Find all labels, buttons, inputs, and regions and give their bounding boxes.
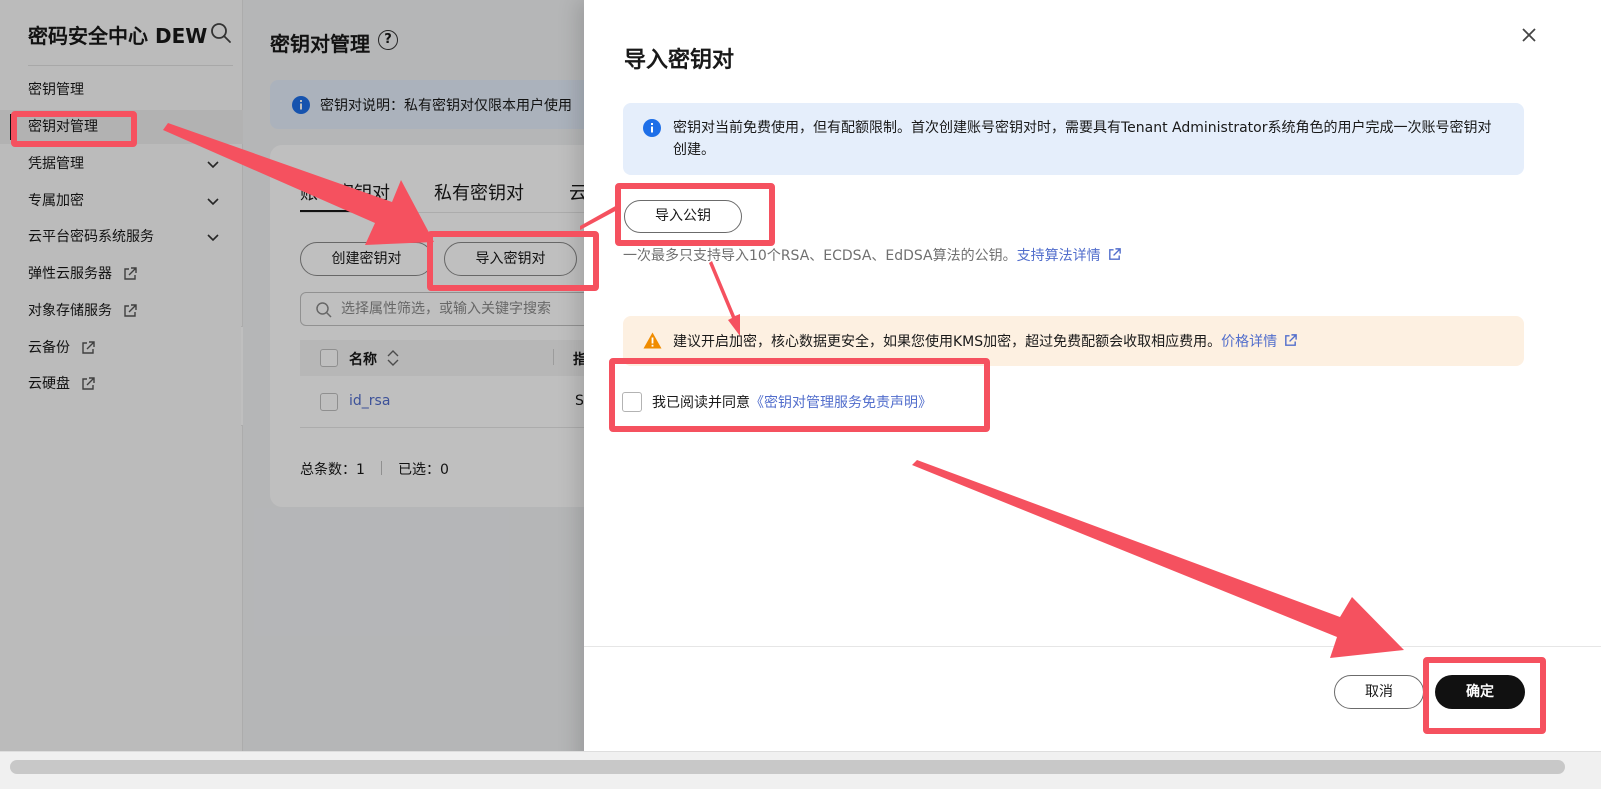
- confirm-button[interactable]: 确定: [1435, 675, 1525, 709]
- drawer-footer-divider: [584, 646, 1601, 647]
- cancel-button[interactable]: 取消: [1334, 675, 1424, 709]
- import-keypair-drawer: 导入密钥对 密钥对当前免费使用，但有配额限制。首次创建账号密钥对时，需要具有Te…: [584, 0, 1601, 789]
- info-icon: [643, 119, 661, 137]
- warning-icon: [643, 332, 662, 349]
- agree-prefix: 我已阅读并同意: [652, 395, 750, 411]
- import-hint: 一次最多只支持导入10个RSA、ECDSA、EdDSA算法的公钥。支持算法详情: [623, 245, 1122, 265]
- disclaimer-link[interactable]: 《密钥对管理服务免责声明》: [750, 395, 932, 411]
- close-icon[interactable]: [1518, 24, 1540, 46]
- quota-info-banner: 密钥对当前免费使用，但有配额限制。首次创建账号密钥对时，需要具有Tenant A…: [623, 103, 1524, 175]
- supported-algorithms-link[interactable]: 支持算法详情: [1017, 248, 1101, 264]
- agree-label: 我已阅读并同意《密钥对管理服务免责声明》: [652, 392, 932, 412]
- pricing-details-link[interactable]: 价格详情: [1221, 334, 1277, 350]
- encryption-warning-text: 建议开启加密，核心数据更安全，如果您使用KMS加密，超过免费配额会收取相应费用。: [673, 334, 1222, 350]
- external-link-icon[interactable]: [1283, 333, 1298, 348]
- encryption-warning-banner: 建议开启加密，核心数据更安全，如果您使用KMS加密，超过免费配额会收取相应费用。…: [623, 316, 1524, 366]
- drawer-title: 导入密钥对: [624, 48, 735, 73]
- agree-checkbox[interactable]: [622, 392, 642, 412]
- quota-info-text: 密钥对当前免费使用，但有配额限制。首次创建账号密钥对时，需要具有Tenant A…: [673, 120, 1492, 158]
- horizontal-scrollbar[interactable]: [0, 751, 1601, 789]
- encryption-warning: 建议开启加密，核心数据更安全，如果您使用KMS加密，超过免费配额会收取相应费用。…: [673, 331, 1298, 351]
- scrollbar-thumb[interactable]: [10, 760, 1565, 774]
- import-hint-text: 一次最多只支持导入10个RSA、ECDSA、EdDSA算法的公钥。: [623, 248, 1017, 264]
- external-link-icon[interactable]: [1107, 247, 1122, 262]
- import-public-key-button[interactable]: 导入公钥: [624, 200, 742, 233]
